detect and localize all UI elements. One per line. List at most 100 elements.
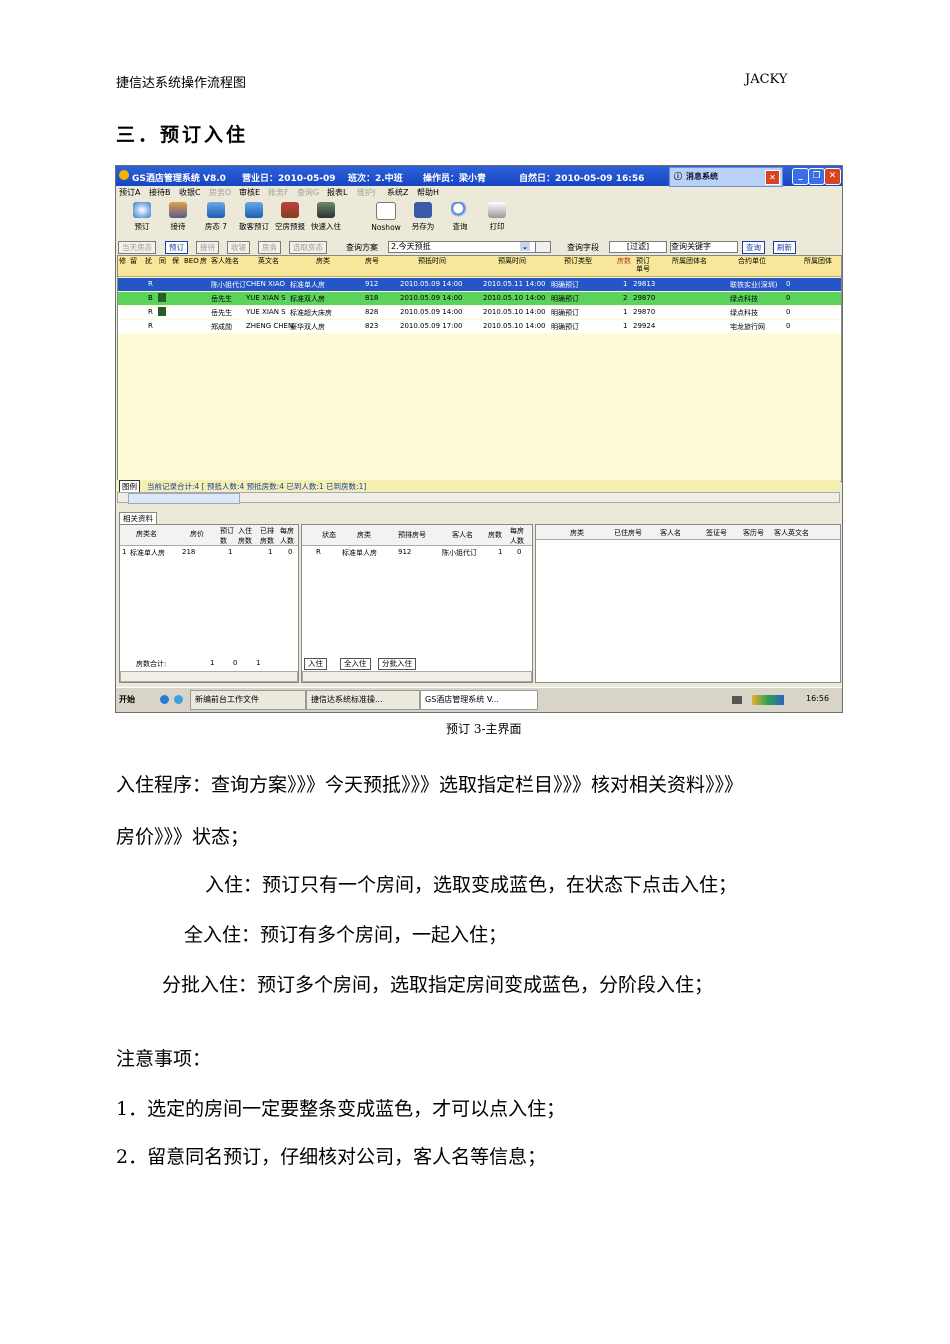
refresh-button[interactable]: 刷新 [773,241,796,254]
taskbar-item[interactable]: 新编前台工作文件 [190,690,306,710]
doc-header-left: 捷信达系统操作流程图 [116,76,247,91]
maximize-button[interactable]: ❐ [808,168,825,185]
cell-dep: 2010.05.10 14:00 [483,294,546,302]
col-header: 房类 [357,531,371,539]
search-mode-field[interactable]: [过滤] [609,241,667,253]
quicklaunch-icon[interactable] [160,695,169,704]
tab-select-status[interactable]: 选取房态 [289,241,327,254]
menu-housekeeping[interactable]: 房务D [209,187,231,198]
message-tab[interactable]: ⓘ 消息系统 ✕ [669,167,783,187]
tab-housekeeping[interactable]: 房务 [258,241,281,254]
cell-dep: 2010.05.10 14:00 [483,322,546,330]
table-row[interactable]: B 岳先生 YUE XIAN S 标准双人房 818 2010.05.09 14… [118,292,841,305]
menu-maintenance[interactable]: 维护J [357,187,375,198]
tool-quick-checkin[interactable]: 快速入住 [306,202,346,232]
cell-grp: 0 [786,322,791,330]
col-header: 预抵时间 [418,257,446,265]
minimize-button[interactable]: _ [792,168,809,185]
query-button[interactable]: 查询 [742,241,765,254]
menu-reserve[interactable]: 预订A [119,187,140,198]
tab-reserve[interactable]: 预订 [165,241,188,254]
col-header: 房号 [365,257,379,265]
cell-per-room: 0 [288,548,293,556]
cell-booked: 1 [228,548,233,556]
tray-keyboard-icon[interactable] [732,696,742,704]
tool-noshow[interactable]: Noshow [366,202,406,232]
room-status-icon [207,202,225,218]
close-button[interactable]: ✕ [824,168,841,185]
taskbar-item[interactable]: GS酒店管理系统 V... [420,690,538,710]
tool-label: Noshow [371,223,401,232]
menu-checkin[interactable]: 接待B [149,187,171,198]
tool-reserve[interactable]: 预订 [122,202,162,232]
app-screenshot: GS酒店管理系统 V8.0 营业日：2010-05-09 班次：2.中班 操作员… [115,165,843,713]
col-header: 客历号 [743,529,764,537]
tool-save-as[interactable]: 另存为 [403,202,443,232]
magnifier-icon [451,202,469,218]
globe-icon [133,202,151,218]
cell-num: 1 [623,280,628,288]
menu-reports[interactable]: 报表L [327,187,347,198]
cell-kind: 明确预订 [551,281,579,289]
tab-checkin[interactable]: 接待 [196,241,219,254]
tool-label: 快速入住 [311,222,341,231]
col-header: 入住房数 [238,527,252,545]
tool-roomstatus[interactable]: 房态 7 [196,202,236,232]
query-label: 查询方案 [346,243,378,252]
cell-no: 29813 [633,280,656,288]
menu-audit[interactable]: 审核E [239,187,260,198]
occupied-rooms-panel: 房类 已住房号 客人名 签证号 客历号 客人英文名 [535,524,841,683]
tool-print[interactable]: 打印 [477,202,517,232]
col-header: 客人名 [452,531,473,539]
col-header: 所属团体名 [672,257,707,265]
browser-icon[interactable] [174,695,183,704]
tool-checkin[interactable]: 接待 [158,202,198,232]
col-header: 留 [130,257,137,265]
table-row[interactable]: R 陈小姐代订 CHEN XIAO 标准单人房 912 2010.05.09 1… [118,278,841,291]
ellipsis-button[interactable] [535,241,551,253]
checkin-all-button[interactable]: 全入住 [340,658,371,670]
table-row[interactable]: R 郑成勋 ZHENG CHEN 豪华双人房 823 2010.05.09 17… [118,320,841,333]
cell-rooms: 1 [498,548,503,556]
menu-help[interactable]: 帮助H [417,187,439,198]
menu-accounts[interactable]: 账务F [268,187,289,198]
col-header: 预离时间 [498,257,526,265]
tray-icons[interactable] [752,695,784,705]
table-row[interactable]: R 岳先生 YUE XIAN S 标准超大床房 828 2010.05.09 1… [118,306,841,319]
tool-vacancy-forecast[interactable]: 空房预报 [270,202,310,232]
chevron-down-icon[interactable]: ⌄ [520,242,530,251]
cell-en: CHEN XIAO [246,280,286,288]
cell-grp: 0 [786,308,791,316]
cell-no: 29870 [633,294,656,302]
horizontal-scrollbar[interactable] [120,671,298,682]
tab-today-status[interactable]: 当天房态 [118,241,156,254]
search-keyword-input[interactable]: 查询关键字 [670,241,738,253]
cell-dep: 2010.05.10 14:00 [483,308,546,316]
col-header: 房类 [570,529,584,537]
tab-row: 当天房态 预订 接待 收银 房务 选取房态 查询方案 2.今天预抵 ⌄ 查询字段… [116,240,842,254]
start-button[interactable]: 开始 [119,694,135,705]
col-header: 客人姓名 [211,257,239,265]
close-icon[interactable]: ✕ [765,170,780,185]
query-select[interactable]: 2.今天预抵 [388,241,536,253]
menu-cashier[interactable]: 收银C [179,187,201,198]
natural-day: 自然日：2010-05-09 16:56 [519,174,645,184]
tab-cashier[interactable]: 收银 [227,241,250,254]
col-header: 预排房号 [398,531,426,539]
col-header: 预订单号 [636,257,650,273]
menu-system[interactable]: 系统Z [387,187,408,198]
taskbar-item[interactable]: 捷信达系统标准操... [306,690,420,710]
menu-query[interactable]: 查询G [297,187,319,198]
col-header: 房价 [190,530,204,538]
tool-search[interactable]: 查询 [440,202,480,232]
tool-label: 预订 [134,222,150,231]
batch-checkin-button[interactable]: 分批入住 [378,658,416,670]
col-header: 同 [159,257,166,265]
horizontal-scrollbar[interactable] [117,492,840,504]
item-checkin: 入住：预订只有一个房间，选取变成蓝色，在状态下点击入住； [205,874,738,896]
tool-walkin-reserve[interactable]: 散客预订 [234,202,274,232]
checkin-button[interactable]: 入住 [304,658,327,670]
horizontal-scrollbar[interactable] [302,671,532,682]
note-1: 1．选定的房间一定要整条变成蓝色，才可以点入住； [116,1098,566,1120]
cell-name: 陈小姐代订 [211,281,246,289]
